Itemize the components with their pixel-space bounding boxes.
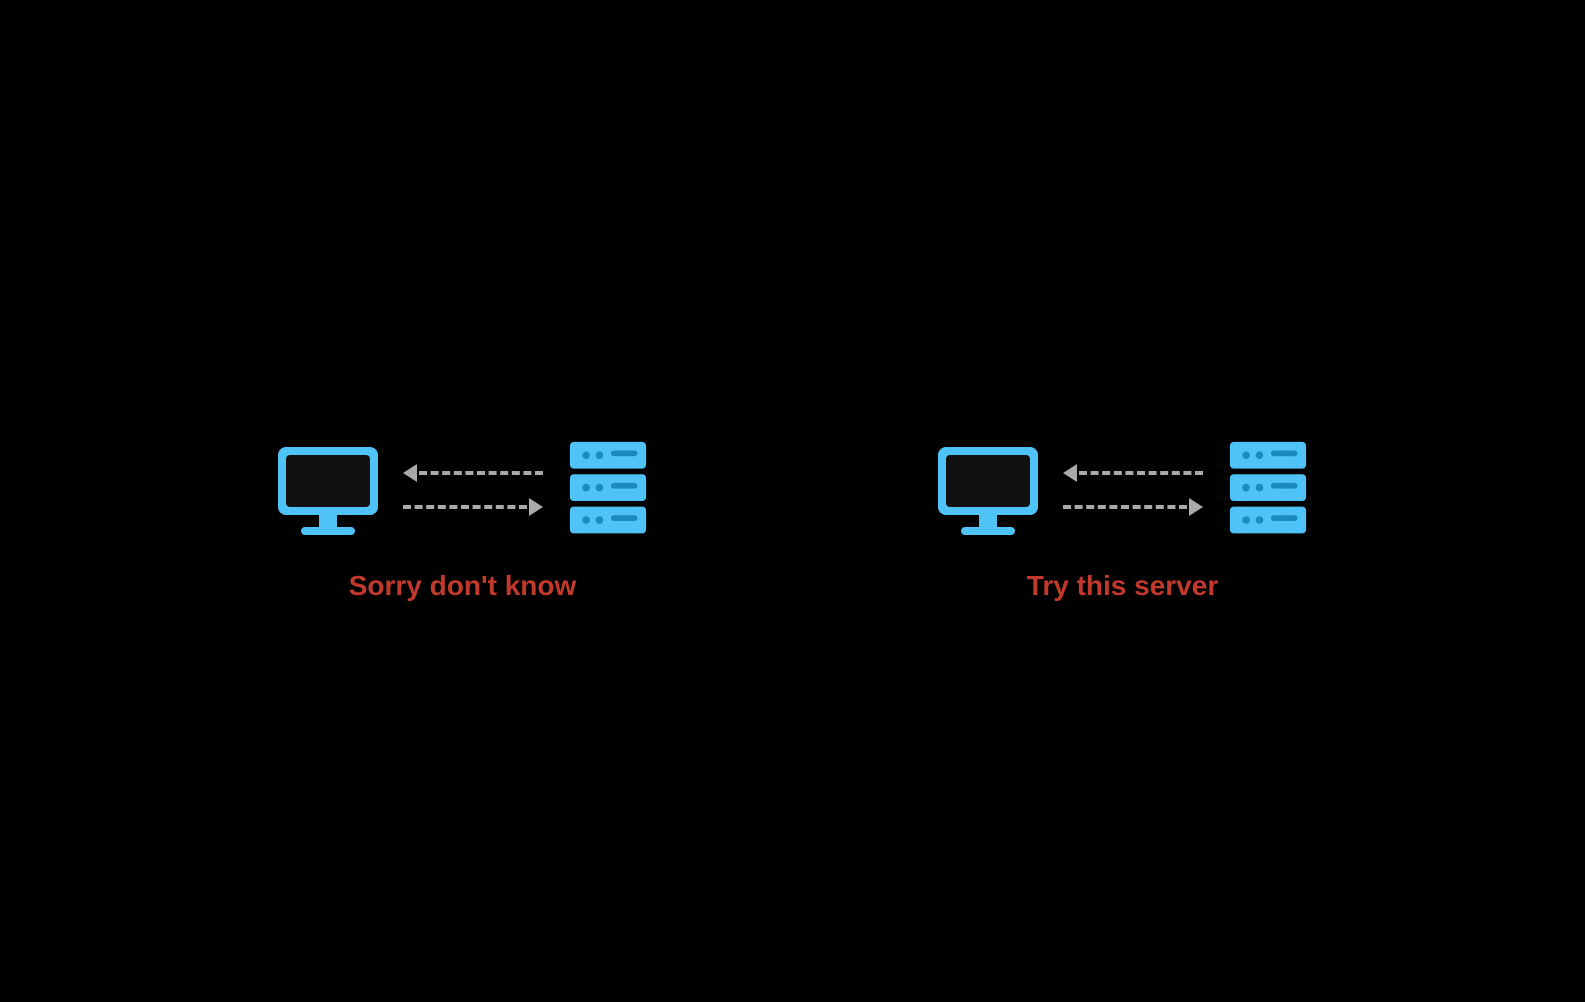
left-monitor-icon	[273, 445, 383, 535]
left-diagram-group: Sorry don't know	[273, 440, 653, 602]
left-dashes-forward	[403, 505, 527, 509]
left-arrowhead-back	[403, 464, 417, 482]
left-diagram-label: Sorry don't know	[349, 570, 577, 602]
right-arrows	[1063, 464, 1203, 516]
left-diagram-row	[273, 440, 653, 540]
right-dashes-forward	[1063, 505, 1187, 509]
right-arrowhead-back	[1063, 464, 1077, 482]
right-arrowhead-forward	[1189, 498, 1203, 516]
right-arrow-forward	[1063, 498, 1203, 516]
left-dashes-back	[419, 471, 543, 475]
left-arrowhead-forward	[529, 498, 543, 516]
left-arrow-forward	[403, 498, 543, 516]
main-container: Sorry don't know	[273, 440, 1313, 602]
right-arrow-back	[1063, 464, 1203, 482]
left-arrows	[403, 464, 543, 516]
right-diagram-group: Try this server	[933, 440, 1313, 602]
right-diagram-label: Try this server	[1027, 570, 1218, 602]
right-server-icon	[1223, 440, 1313, 540]
left-arrow-back	[403, 464, 543, 482]
right-diagram-row	[933, 440, 1313, 540]
right-monitor-icon	[933, 445, 1043, 535]
left-server-icon	[563, 440, 653, 540]
right-dashes-back	[1079, 471, 1203, 475]
